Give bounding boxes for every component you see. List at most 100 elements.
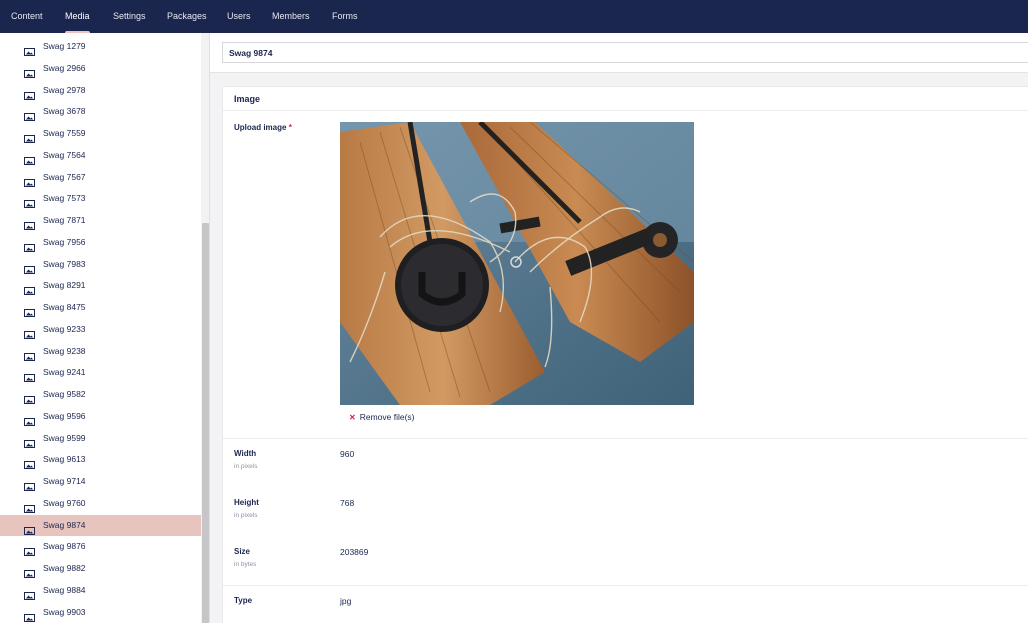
tree-item[interactable]: Swag 9884 xyxy=(0,580,201,602)
media-name-input[interactable] xyxy=(222,42,1028,63)
tree-item-label: Swag 9760 xyxy=(43,497,86,508)
name-bar xyxy=(210,33,1028,73)
tree-item[interactable]: Swag 1279 xyxy=(0,36,201,58)
swag-photo xyxy=(340,122,694,405)
divider xyxy=(223,110,1028,111)
width-description: in pixels xyxy=(234,463,258,470)
tree-item[interactable]: Swag 9613 xyxy=(0,449,201,471)
tree-item[interactable]: Swag 8291 xyxy=(0,275,201,297)
tree-item-label: Swag 1279 xyxy=(43,41,86,51)
image-icon xyxy=(24,152,35,165)
tree-item[interactable]: Swag 7564 xyxy=(0,145,201,167)
image-properties-card: Image Upload image * ✕ Remove file(s) Wi… xyxy=(222,86,1028,623)
image-icon xyxy=(24,65,35,78)
tree-item-label: Swag 9884 xyxy=(43,584,86,595)
tree-item-label: Swag 2978 xyxy=(43,84,86,95)
tree-item-label: Swag 3678 xyxy=(43,106,86,117)
image-icon xyxy=(24,522,35,535)
nav-packages[interactable]: Packages xyxy=(167,0,207,33)
tree-item-label: Swag 9876 xyxy=(43,541,86,552)
tree-item[interactable]: Swag 9882 xyxy=(0,558,201,580)
tree-item[interactable]: Swag 7983 xyxy=(0,254,201,276)
tree-item[interactable]: Swag 9582 xyxy=(0,384,201,406)
size-description: in bytes xyxy=(234,561,257,568)
tree-item[interactable]: Swag 2966 xyxy=(0,58,201,80)
tree-item-label: Swag 9238 xyxy=(43,345,86,356)
media-tree-sidebar: Swag 1279 Swag 2966 Swag 2978 Swag 3678 Swag… xyxy=(0,33,210,623)
image-icon xyxy=(24,348,35,361)
tree-item[interactable]: Swag 9714 xyxy=(0,471,201,493)
tree-item[interactable]: Swag 9760 xyxy=(0,493,201,515)
height-value: 768 xyxy=(340,498,355,508)
divider xyxy=(223,585,1028,586)
image-icon xyxy=(24,587,35,600)
top-navigation: Content Media Settings Packages Users Me… xyxy=(0,0,1028,33)
tree-item-label: Swag 9903 xyxy=(43,606,86,617)
tree-item[interactable]: Swag 9876 xyxy=(0,536,201,558)
height-description: in pixels xyxy=(234,512,258,519)
nav-media[interactable]: Media xyxy=(65,0,90,33)
tree-item[interactable]: Swag 9596 xyxy=(0,406,201,428)
nav-users[interactable]: Users xyxy=(227,0,251,33)
close-icon: ✕ xyxy=(349,413,356,422)
tree-item[interactable]: Swag 9903 xyxy=(0,602,201,623)
image-icon xyxy=(24,43,35,56)
tree-item[interactable]: Swag 7567 xyxy=(0,167,201,189)
sidebar-scrollbar-thumb[interactable] xyxy=(202,223,209,623)
image-icon xyxy=(24,456,35,470)
divider xyxy=(223,438,1028,439)
group-title: Image xyxy=(234,94,261,104)
size-label: Size xyxy=(234,547,251,556)
tree-item[interactable]: Swag 9599 xyxy=(0,428,201,450)
tree-item-label: Swag 7564 xyxy=(43,149,86,160)
tree-item[interactable]: Swag 7573 xyxy=(0,188,201,210)
tree-item[interactable]: Swag 8475 xyxy=(0,297,201,319)
required-mark: * xyxy=(288,123,292,132)
tree-item-label: Swag 7567 xyxy=(43,171,86,182)
tree-item-label: Swag 9241 xyxy=(43,367,86,378)
image-icon xyxy=(24,478,35,491)
nav-members[interactable]: Members xyxy=(272,0,310,33)
size-value: 203869 xyxy=(340,547,369,557)
nav-forms[interactable]: Forms xyxy=(332,0,358,33)
tree-item-label: Swag 9882 xyxy=(43,563,86,573)
tree-item-label: Swag 8475 xyxy=(43,302,86,312)
image-icon xyxy=(24,217,35,230)
image-icon xyxy=(24,565,35,578)
image-icon xyxy=(24,282,35,296)
image-preview[interactable] xyxy=(340,122,694,405)
tree-item-label: Swag 8291 xyxy=(43,280,86,291)
image-icon xyxy=(24,195,35,209)
image-icon xyxy=(24,391,35,404)
tree-item[interactable]: Swag 9241 xyxy=(0,362,201,384)
nav-settings[interactable]: Settings xyxy=(113,0,146,33)
type-label: Type xyxy=(234,596,253,605)
image-icon xyxy=(24,543,35,557)
image-icon xyxy=(24,87,35,100)
tree-item-label: Swag 9233 xyxy=(43,323,86,334)
tree-item-label: Swag 9582 xyxy=(43,389,86,399)
image-icon xyxy=(24,500,35,513)
type-value: jpg xyxy=(340,596,352,606)
nav-content[interactable]: Content xyxy=(11,0,43,33)
image-icon xyxy=(24,304,35,317)
tree-item-label: Swag 9874 xyxy=(43,519,86,530)
tree-item-label: Swag 7983 xyxy=(43,258,86,269)
tree-item[interactable]: Swag 3678 xyxy=(0,101,201,123)
image-icon xyxy=(24,108,35,122)
tree-item[interactable]: Swag 2978 xyxy=(0,80,201,102)
tree-item[interactable]: Swag 9238 xyxy=(0,341,201,363)
tree-item-label: Swag 7573 xyxy=(43,193,86,204)
tree-item[interactable]: Swag 7871 xyxy=(0,210,201,232)
tree-item[interactable]: Swag 9233 xyxy=(0,319,201,341)
upload-image-label: Upload image * xyxy=(234,123,292,132)
tree-item[interactable]: Swag 9874 xyxy=(0,514,201,537)
image-icon xyxy=(24,609,35,622)
image-icon xyxy=(24,174,35,187)
height-label: Height xyxy=(234,498,259,507)
tree-item[interactable]: Swag 7559 xyxy=(0,123,201,145)
remove-file-link[interactable]: ✕ Remove file(s) xyxy=(349,412,415,422)
media-editor: Image Upload image * xyxy=(210,33,1028,623)
tree-item[interactable]: Swag 7956 xyxy=(0,232,201,254)
image-icon xyxy=(24,413,35,426)
